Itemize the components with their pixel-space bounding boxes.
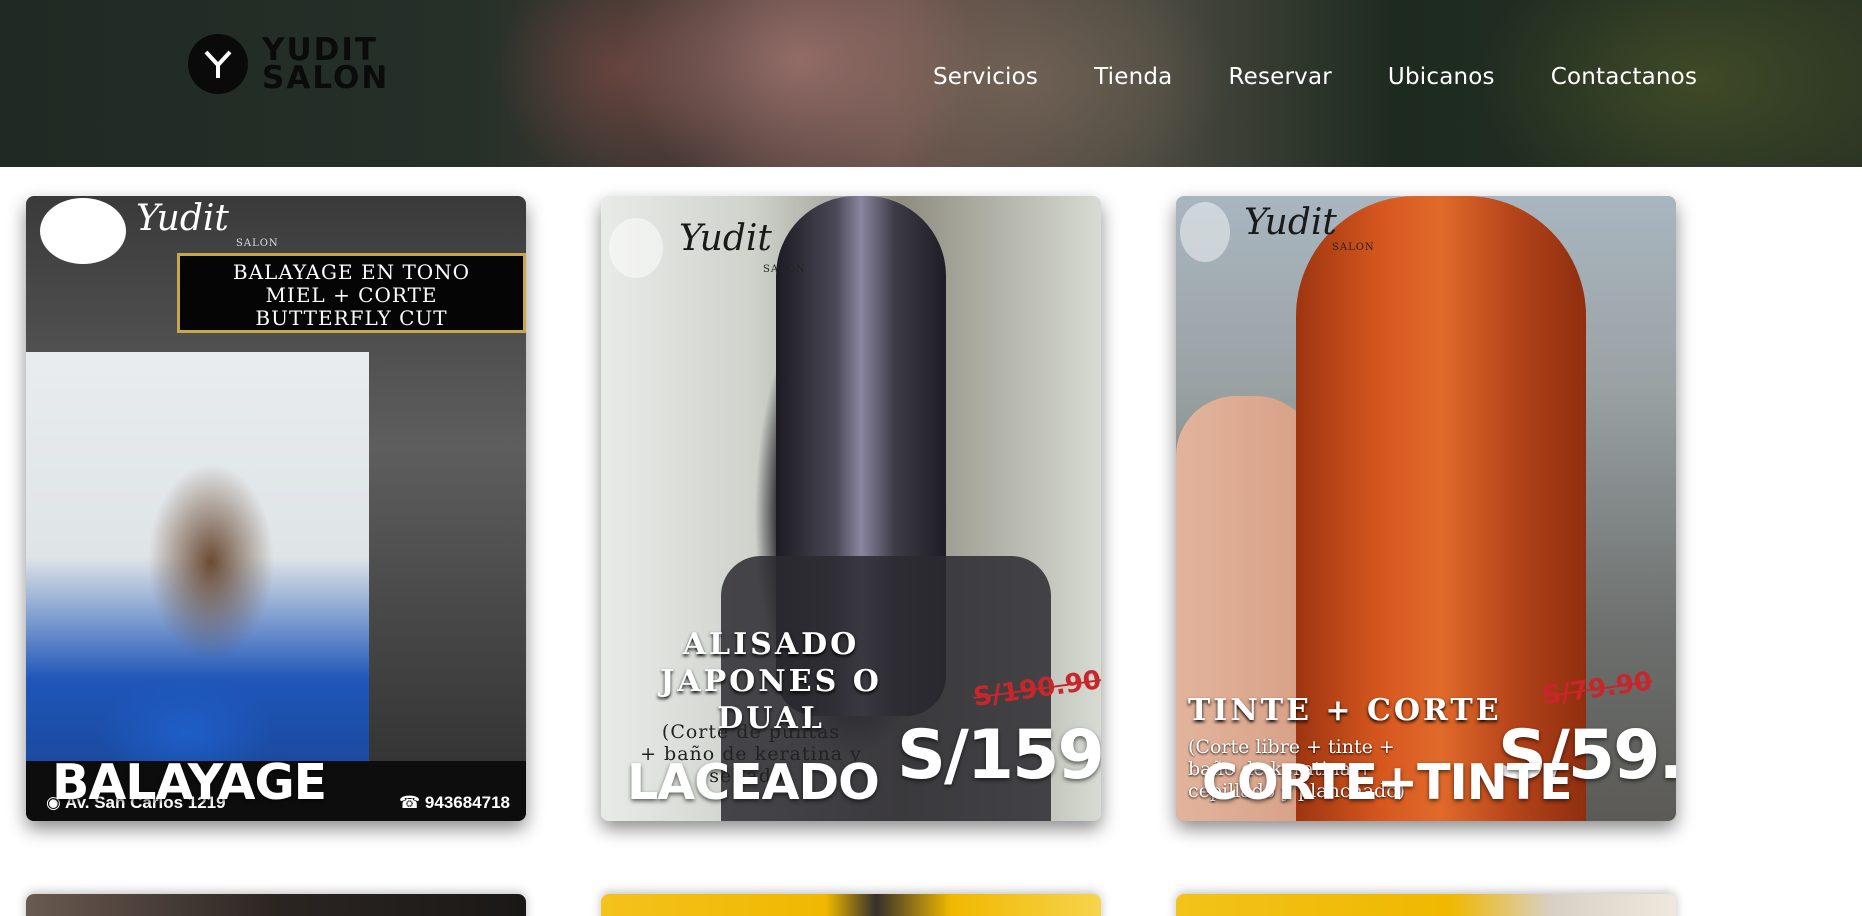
card-brand-sub: SALON: [236, 238, 279, 249]
nav-link-ubicanos[interactable]: Ubicanos: [1388, 64, 1495, 90]
card-title: TINTE + CORTE: [1188, 693, 1502, 728]
service-card-laceado[interactable]: Yudit SALON ALISADO JAPONES O DUAL (Cort…: [601, 196, 1101, 821]
phone-icon: ☎: [399, 793, 425, 812]
nav-link-reservar[interactable]: Reservar: [1228, 64, 1331, 90]
card-title-line: BALAYAGE EN TONO: [232, 260, 471, 284]
main-nav: Servicios Tienda Reservar Ubicanos Conta…: [933, 64, 1753, 90]
card-title-line: ALISADO: [682, 627, 860, 662]
woman-face-icon: [609, 218, 663, 278]
nav-link-servicios[interactable]: Servicios: [933, 64, 1038, 90]
card-title-box: BALAYAGE EN TONO MIEL + CORTE BUTTERFLY …: [177, 253, 526, 333]
logo-y-icon: [188, 34, 248, 94]
card-label: LACEADO: [627, 754, 880, 811]
nav-link-tienda[interactable]: Tienda: [1094, 64, 1172, 90]
card-price: S/159.90: [897, 716, 1101, 795]
logo-text-line-2: SALON: [262, 60, 390, 96]
card-brand-sub: SALON: [1332, 242, 1375, 253]
card-brand: Yudit: [136, 198, 229, 239]
card-phone: ☎ 943684718: [399, 793, 510, 813]
card-brand: Yudit: [679, 218, 772, 259]
service-card-balayage[interactable]: Yudit SALON BALAYAGE EN TONO MIEL + CORT…: [26, 196, 526, 821]
woman-face-icon: [40, 198, 126, 264]
card-brand-sub: SALON: [763, 264, 806, 275]
card-label: CORTE+TINTE: [1202, 754, 1573, 811]
card-subtitle-line: (Corte de puntas: [661, 721, 841, 743]
logo-text: YUDIT SALON: [262, 35, 390, 96]
card-brand: Yudit: [1244, 202, 1337, 243]
site-header: YUDIT SALON Servicios Tienda Reservar Ub…: [0, 0, 1862, 167]
nav-link-contactanos[interactable]: Contactanos: [1551, 64, 1697, 90]
service-card-next-3[interactable]: [1176, 894, 1676, 916]
service-card-next-1[interactable]: [26, 894, 526, 916]
service-card-corte-tinte[interactable]: Yudit SALON TINTE + CORTE (Corte libre +…: [1176, 196, 1676, 821]
card-price-main: S/159.: [897, 716, 1101, 795]
card-title-line: MIEL + CORTE: [265, 283, 438, 307]
woman-face-icon: [1180, 202, 1230, 262]
card-photo: [26, 352, 369, 762]
card-title-line: BUTTERFLY CUT: [255, 306, 448, 330]
card-phone-text: 943684718: [424, 793, 510, 812]
card-label: BALAYAGE: [52, 754, 327, 811]
service-card-next-2[interactable]: [601, 894, 1101, 916]
site-logo[interactable]: YUDIT SALON: [188, 34, 389, 94]
